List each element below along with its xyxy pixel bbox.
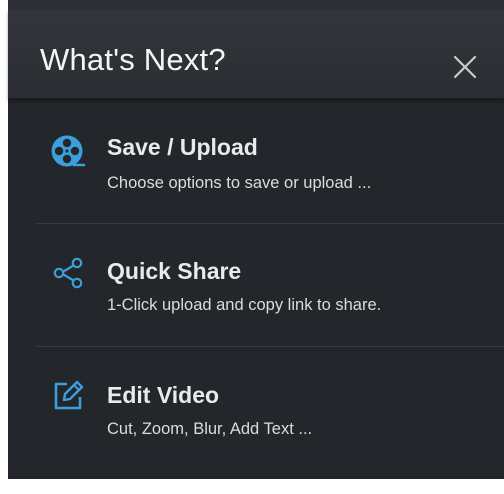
edit-video-label: Edit Video xyxy=(107,382,220,408)
edit-video-option[interactable]: Edit Video Cut, Zoom, Blur, Add Text ... xyxy=(36,372,504,494)
quick-share-option[interactable]: Quick Share 1-Click upload and copy link… xyxy=(36,248,504,370)
save-upload-option[interactable]: Save / Upload Choose options to save or … xyxy=(36,124,504,246)
divider xyxy=(36,346,504,347)
whats-next-dialog: What's Next? Save / Upload Choose option… xyxy=(8,0,504,479)
share-icon xyxy=(50,255,86,291)
close-icon xyxy=(453,55,477,79)
dialog-header: What's Next? xyxy=(8,10,504,99)
top-strip xyxy=(8,0,504,10)
quick-share-description: 1-Click upload and copy link to share. xyxy=(107,296,382,314)
film-reel-icon xyxy=(50,134,86,170)
quick-share-label: Quick Share xyxy=(107,258,242,284)
edit-video-description: Cut, Zoom, Blur, Add Text ... xyxy=(107,420,313,438)
edit-icon xyxy=(50,378,86,414)
divider xyxy=(36,223,504,224)
save-upload-label: Save / Upload xyxy=(107,134,258,160)
close-button[interactable] xyxy=(452,54,478,80)
dialog-title: What's Next? xyxy=(40,42,226,77)
save-upload-description: Choose options to save or upload ... xyxy=(107,174,372,192)
